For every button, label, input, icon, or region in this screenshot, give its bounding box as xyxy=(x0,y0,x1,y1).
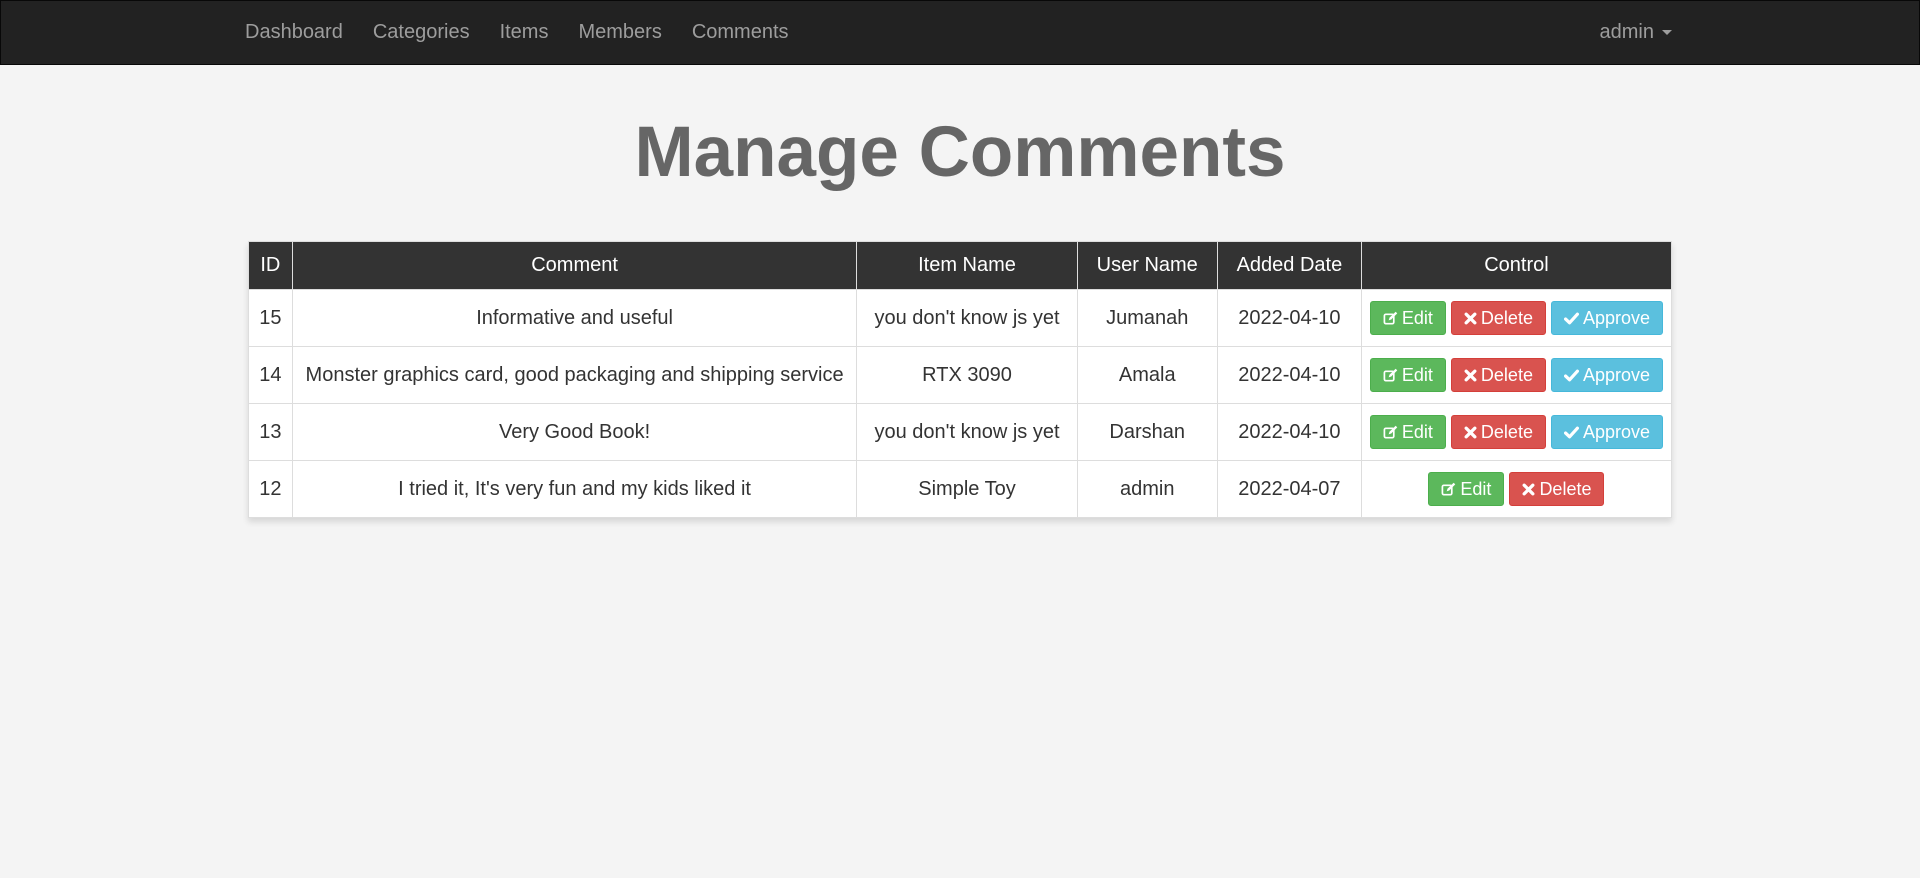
cell-id: 12 xyxy=(248,460,293,518)
header-control: Control xyxy=(1360,241,1673,290)
cell-item-name: you don't know js yet xyxy=(856,289,1078,347)
delete-button-label: Delete xyxy=(1480,364,1533,385)
nav-link-categories[interactable]: Categories xyxy=(358,1,485,64)
header-item-name: Item Name xyxy=(856,241,1078,290)
approve-button-label: Approve xyxy=(1582,307,1650,328)
cell-control: Edit Delete Approve xyxy=(1360,289,1673,347)
edit-button-label: Edit xyxy=(1401,307,1433,328)
comments-table-container: ID Comment Item Name User Name Added Dat… xyxy=(248,241,1673,518)
approve-button[interactable]: Approve xyxy=(1550,358,1663,392)
edit-icon xyxy=(1383,425,1398,440)
header-user-name: User Name xyxy=(1076,241,1218,290)
cell-user-name: admin xyxy=(1076,460,1218,518)
top-navbar: Dashboard Categories Items Members Comme… xyxy=(0,0,1920,65)
control-buttons: Edit Delete xyxy=(1370,472,1663,506)
cell-comment: I tried it, It's very fun and my kids li… xyxy=(291,460,858,518)
page-title: Manage Comments xyxy=(634,113,1286,192)
check-icon xyxy=(1563,312,1579,325)
check-icon xyxy=(1563,369,1579,382)
delete-button[interactable]: Delete xyxy=(1450,301,1546,335)
cell-control: Edit Delete Approve xyxy=(1360,346,1673,404)
header-added-date: Added Date xyxy=(1216,241,1362,290)
approve-button-label: Approve xyxy=(1582,421,1650,442)
control-buttons: Edit Delete Approve xyxy=(1369,415,1663,449)
edit-button-label: Edit xyxy=(1401,421,1433,442)
edit-icon xyxy=(1383,311,1398,326)
edit-button[interactable]: Edit xyxy=(1428,472,1505,506)
user-name: admin xyxy=(1599,21,1654,43)
approve-button[interactable]: Approve xyxy=(1550,301,1663,335)
check-icon xyxy=(1563,426,1579,439)
control-buttons: Edit Delete Approve xyxy=(1369,358,1663,392)
comments-table: ID Comment Item Name User Name Added Dat… xyxy=(248,241,1673,518)
nav-link-dashboard[interactable]: Dashboard xyxy=(230,1,358,64)
edit-button[interactable]: Edit xyxy=(1369,415,1446,449)
table-row: 14 Monster graphics card, good packaging … xyxy=(248,346,1673,404)
cell-id: 14 xyxy=(248,346,293,404)
caret-down-icon xyxy=(1662,30,1672,35)
approve-button-label: Approve xyxy=(1582,364,1650,385)
edit-button[interactable]: Edit xyxy=(1369,301,1446,335)
edit-icon xyxy=(1383,368,1398,383)
cell-control: Edit Delete xyxy=(1360,460,1673,518)
control-buttons: Edit Delete Approve xyxy=(1369,301,1663,335)
delete-button[interactable]: Delete xyxy=(1509,472,1605,506)
cell-added-date: 2022-04-07 xyxy=(1216,460,1362,518)
edit-icon xyxy=(1441,482,1456,497)
table-row: 12 I tried it, It's very fun and my kids … xyxy=(248,460,1673,518)
header-comment: Comment xyxy=(291,241,858,290)
edit-button-label: Edit xyxy=(1460,478,1492,499)
cell-item-name: you don't know js yet xyxy=(856,403,1078,461)
close-icon xyxy=(1522,483,1535,496)
cell-added-date: 2022-04-10 xyxy=(1216,403,1362,461)
table-row: 15 Informative and useful you don't know j… xyxy=(248,289,1673,347)
cell-item-name: RTX 3090 xyxy=(856,346,1078,404)
cell-control: Edit Delete Approve xyxy=(1360,403,1673,461)
cell-added-date: 2022-04-10 xyxy=(1216,346,1362,404)
cell-user-name: Darshan xyxy=(1076,403,1218,461)
nav-link-items[interactable]: Items xyxy=(485,1,564,64)
cell-comment: Informative and useful xyxy=(291,289,858,347)
user-dropdown[interactable]: admin xyxy=(1600,1,1672,64)
table-body: 15 Informative and useful you don't know j… xyxy=(248,289,1673,518)
cell-comment: Very Good Book! xyxy=(291,403,858,461)
cell-item-name: Simple Toy xyxy=(856,460,1078,518)
delete-button[interactable]: Delete xyxy=(1450,415,1546,449)
cell-added-date: 2022-04-10 xyxy=(1216,289,1362,347)
close-icon xyxy=(1464,369,1477,382)
cell-comment: Monster graphics card, good packaging an… xyxy=(291,346,858,404)
delete-button[interactable]: Delete xyxy=(1450,358,1546,392)
table-header-row: ID Comment Item Name User Name Added Dat… xyxy=(248,241,1673,290)
cell-id: 13 xyxy=(248,403,293,461)
edit-button[interactable]: Edit xyxy=(1369,358,1446,392)
close-icon xyxy=(1464,426,1477,439)
delete-button-label: Delete xyxy=(1480,307,1533,328)
approve-button[interactable]: Approve xyxy=(1550,415,1663,449)
cell-user-name: Amala xyxy=(1076,346,1218,404)
cell-id: 15 xyxy=(248,289,293,347)
edit-button-label: Edit xyxy=(1401,364,1433,385)
nav-links: Dashboard Categories Items Members Comme… xyxy=(230,1,804,64)
delete-button-label: Delete xyxy=(1539,478,1592,499)
close-icon xyxy=(1464,312,1477,325)
header-id: ID xyxy=(248,241,293,290)
table-row: 13 Very Good Book! you don't know js yet Da… xyxy=(248,403,1673,461)
cell-user-name: Jumanah xyxy=(1076,289,1218,347)
nav-link-members[interactable]: Members xyxy=(563,1,676,64)
nav-link-comments[interactable]: Comments xyxy=(677,1,804,64)
delete-button-label: Delete xyxy=(1480,421,1533,442)
